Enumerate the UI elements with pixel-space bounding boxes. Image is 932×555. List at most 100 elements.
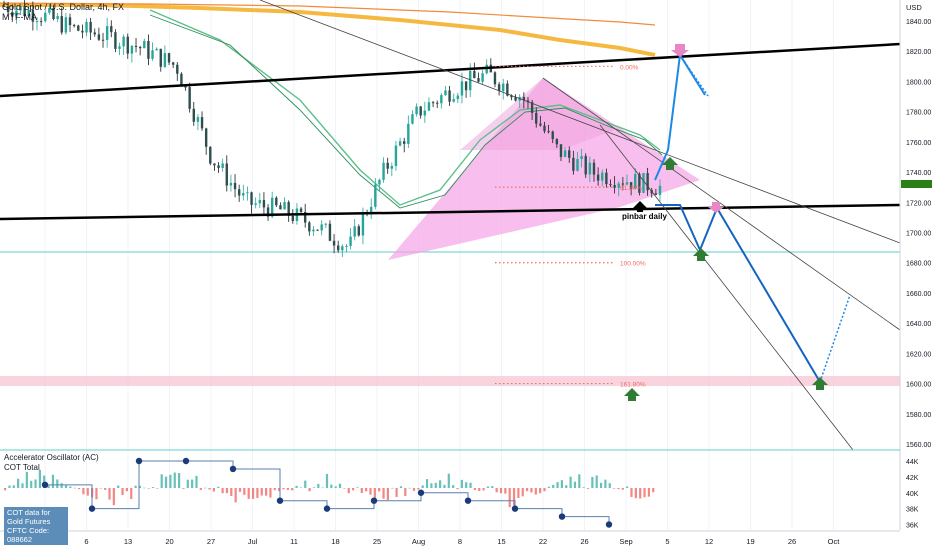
oscillator-bar <box>434 482 437 488</box>
candle-body <box>473 70 476 79</box>
oscillator-bar <box>12 485 15 488</box>
candle-body <box>448 90 451 102</box>
oscillator-bar <box>347 488 350 494</box>
candle-body <box>39 21 43 23</box>
time-tick-label: Sep <box>619 537 632 546</box>
oscillator-bar <box>64 485 68 488</box>
oscillator-bar <box>325 473 329 488</box>
oscillator-bar <box>352 488 355 491</box>
candle-body <box>184 86 187 88</box>
time-tick-label: 8 <box>458 537 462 546</box>
candle-body <box>200 117 204 129</box>
oscillator-bar <box>104 488 107 490</box>
price-tick-label: 1840.00 <box>906 19 931 26</box>
candle-body <box>122 36 125 47</box>
oscillator-bar <box>191 479 194 488</box>
time-tick-label: 11 <box>290 537 298 546</box>
oscillator-bar <box>230 488 233 497</box>
price-tick-label: 1560.00 <box>906 442 931 449</box>
oscillator-bar <box>443 484 446 488</box>
oscillator-bar <box>504 488 507 494</box>
oscillator-bar <box>613 488 616 489</box>
candle-body <box>134 45 138 47</box>
fib-level-label: 0.00% <box>620 64 639 71</box>
cot-marker <box>417 489 425 496</box>
oscillator-bar <box>199 488 202 490</box>
cot-marker <box>88 505 96 512</box>
candle-body <box>559 144 563 157</box>
oscillator-bar <box>391 487 394 489</box>
candle-body <box>576 158 579 171</box>
oscillator-bar <box>56 479 59 488</box>
oscillator-bar <box>169 474 172 488</box>
candle-body <box>596 174 600 181</box>
oscillator-bar <box>378 488 381 492</box>
oscillator-bar <box>647 488 650 497</box>
candle-body <box>452 99 455 102</box>
candle-body <box>357 226 361 236</box>
candle-body <box>547 131 550 133</box>
candle-body <box>246 192 249 194</box>
candle-body <box>419 106 422 116</box>
oscillator-bar <box>238 488 242 492</box>
oscillator-bar <box>556 482 559 488</box>
oscillator-bar <box>182 488 185 489</box>
oscillator-bar <box>395 488 398 497</box>
candle-body <box>130 45 134 54</box>
candle-body <box>427 102 431 111</box>
oscillator-bar <box>365 488 368 492</box>
oscillator-bar <box>573 481 577 488</box>
oscillator-bar <box>164 476 168 488</box>
oscillator-bar <box>360 488 363 493</box>
candle-body <box>151 50 154 59</box>
price-tick-label: 1580.00 <box>906 412 931 419</box>
candle-body <box>167 53 171 63</box>
candle-body <box>225 163 228 186</box>
oscillator-bar <box>634 488 637 499</box>
cot-marker <box>276 497 284 504</box>
oscillator-bar <box>334 486 337 488</box>
current-price-marker <box>901 180 932 188</box>
time-tick-label: 6 <box>84 537 88 546</box>
candle-body <box>312 229 315 232</box>
price-tick-label: 1660.00 <box>906 291 931 298</box>
candle-body <box>336 245 340 251</box>
candle-body <box>580 156 583 159</box>
oscillator-bar <box>282 488 285 490</box>
oscillator-bar <box>234 488 237 503</box>
candle-body <box>502 83 505 91</box>
oscillator-bar <box>399 486 403 488</box>
oscillator-bar <box>595 475 598 488</box>
oscillator-bar <box>73 487 76 489</box>
oscillator-bar <box>486 486 490 488</box>
oscillator-bar <box>417 488 420 490</box>
oscillator-bar <box>478 488 481 491</box>
oscillator-bar <box>412 488 416 491</box>
candle-body <box>56 16 59 20</box>
price-tick-label: 1720.00 <box>906 200 931 207</box>
candle-body <box>390 165 394 169</box>
oscillator-bar <box>530 488 533 493</box>
oscillator-tick-label: 36K <box>906 523 919 530</box>
target-zone-band <box>0 376 900 386</box>
candle-body <box>126 36 129 54</box>
oscillator-bar <box>69 486 72 488</box>
oscillator-bar <box>604 479 607 488</box>
oscillator-bar <box>582 487 585 488</box>
price-chart[interactable]: 0.00% 61.80% 100.00% 161.80% pinbar daily U… <box>0 0 932 550</box>
oscillator-bar <box>382 488 385 499</box>
candle-body <box>217 165 220 168</box>
candle-body <box>493 72 497 85</box>
oscillator-bar <box>508 488 511 508</box>
oscillator-bar <box>34 479 37 488</box>
candle-body <box>563 150 567 157</box>
oscillator-bar <box>599 482 603 488</box>
candle-body <box>213 163 216 166</box>
oscillator-bar <box>430 483 433 488</box>
oscillator-bar <box>312 487 316 488</box>
oscillator-bar <box>251 488 255 499</box>
oscillator-bar <box>643 488 646 498</box>
candle-body <box>60 16 63 33</box>
candle-body <box>555 138 559 145</box>
candle-body <box>460 81 464 96</box>
